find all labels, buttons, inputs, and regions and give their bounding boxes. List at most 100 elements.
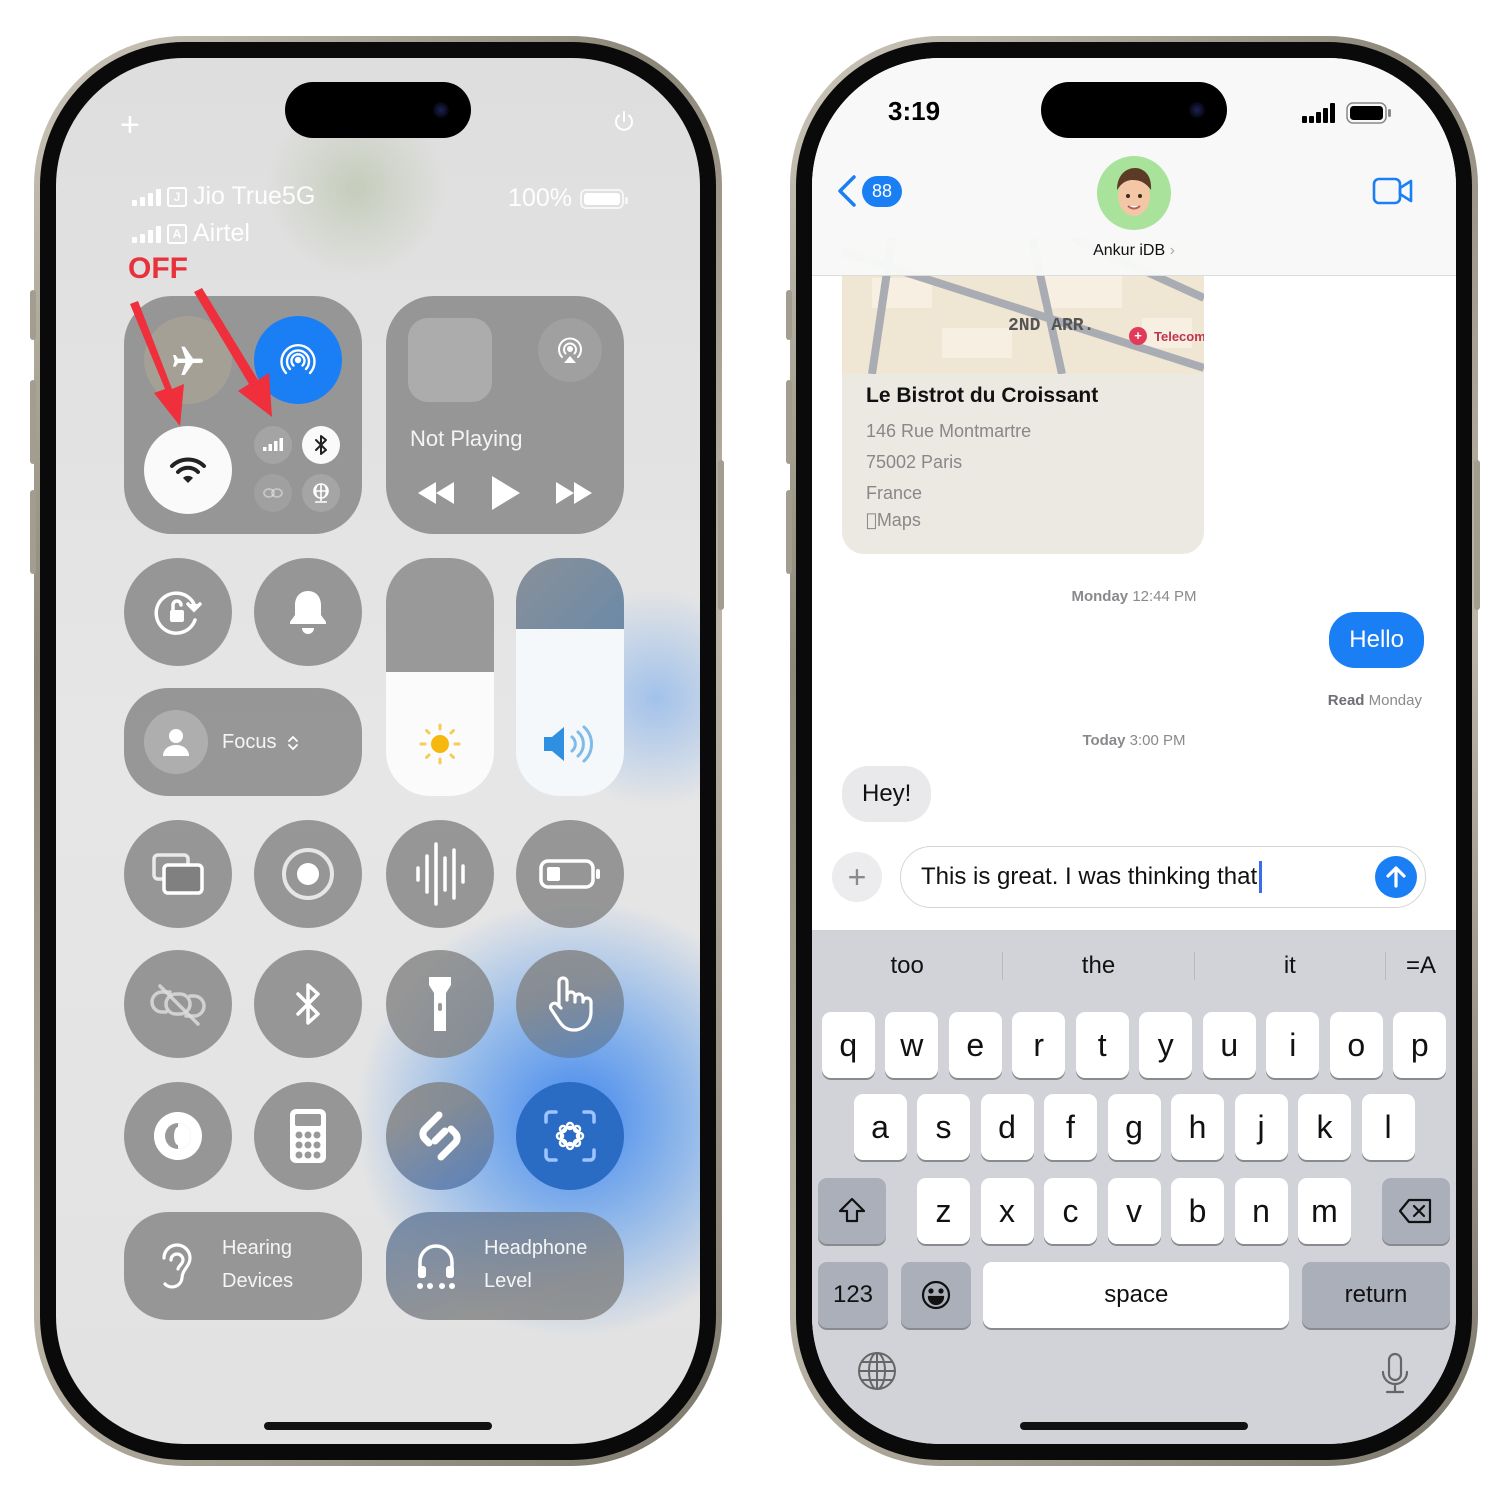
apps-plus-button[interactable]: + bbox=[832, 852, 882, 902]
location-address-2: 75002 Paris bbox=[866, 452, 963, 472]
incoming-message-bubble[interactable]: Hey! bbox=[842, 766, 932, 822]
return-key[interactable]: return bbox=[1301, 1262, 1450, 1328]
airdrop-icon bbox=[280, 344, 316, 375]
space-key[interactable]: space bbox=[983, 1262, 1290, 1328]
hearing-label-line1: Hearing bbox=[222, 1237, 293, 1259]
delete-key[interactable] bbox=[1382, 1178, 1450, 1244]
key-b[interactable]: b bbox=[1171, 1178, 1224, 1244]
location-card[interactable]: 2ND ARR. + Telecom Le Bistrot du Croissa… bbox=[842, 238, 1204, 554]
key-f[interactable]: f bbox=[1044, 1094, 1097, 1160]
bluetooth-toggle[interactable] bbox=[302, 426, 340, 464]
silent-mode-button[interactable] bbox=[254, 558, 362, 666]
predictive-bar: too the it =A bbox=[812, 940, 1456, 992]
airdrop-toggle[interactable] bbox=[254, 316, 342, 404]
key-s[interactable]: s bbox=[917, 1094, 970, 1160]
airplane-mode-toggle[interactable] bbox=[144, 316, 232, 404]
dynamic-island bbox=[1041, 82, 1227, 138]
key-n[interactable]: n bbox=[1234, 1178, 1288, 1244]
key-e[interactable]: e bbox=[948, 1012, 1002, 1078]
numbers-key[interactable]: 123 bbox=[818, 1262, 888, 1328]
brightness-slider[interactable] bbox=[386, 558, 494, 796]
key-a[interactable]: a bbox=[853, 1094, 907, 1160]
shazam-button[interactable] bbox=[386, 1082, 494, 1190]
hotspot-button[interactable] bbox=[124, 950, 232, 1058]
outgoing-message-bubble[interactable]: Hello bbox=[1329, 612, 1424, 668]
rewind-icon[interactable] bbox=[416, 480, 456, 506]
key-p[interactable]: p bbox=[1393, 1012, 1447, 1078]
now-playing-tile[interactable]: Not Playing bbox=[386, 296, 624, 534]
message-input[interactable]: This is great. I was thinking that bbox=[900, 846, 1426, 908]
key-u[interactable]: u bbox=[1202, 1012, 1256, 1078]
key-g[interactable]: g bbox=[1107, 1094, 1161, 1160]
focus-button[interactable]: Focus bbox=[124, 688, 362, 796]
sim-badge: J bbox=[167, 186, 187, 207]
shift-key[interactable] bbox=[818, 1178, 886, 1244]
battery-percent: 100% bbox=[508, 184, 572, 212]
screen-recording-icon bbox=[282, 848, 334, 900]
visual-intelligence-button[interactable] bbox=[516, 1082, 624, 1190]
connectivity-tile[interactable] bbox=[124, 296, 362, 534]
chevron-left-icon bbox=[838, 175, 856, 207]
key-x[interactable]: x bbox=[980, 1178, 1034, 1244]
contact-avatar[interactable] bbox=[1097, 156, 1171, 230]
carrier-row-2: A Airtel bbox=[132, 219, 250, 248]
suggestion-item[interactable]: the bbox=[1003, 952, 1195, 980]
facetime-video-icon[interactable] bbox=[1372, 176, 1414, 206]
low-power-mode-button[interactable] bbox=[516, 820, 624, 928]
volume-up-button bbox=[786, 380, 792, 464]
key-v[interactable]: v bbox=[1107, 1178, 1161, 1244]
key-m[interactable]: m bbox=[1298, 1178, 1351, 1244]
contact-name-button[interactable]: Ankur iDB › bbox=[812, 242, 1456, 260]
assistive-touch-icon bbox=[548, 976, 593, 1032]
cellular-toggle[interactable] bbox=[254, 426, 292, 464]
key-j[interactable]: j bbox=[1234, 1094, 1288, 1160]
power-icon[interactable] bbox=[612, 110, 636, 134]
calculator-button[interactable] bbox=[254, 1082, 362, 1190]
key-q[interactable]: q bbox=[821, 1012, 875, 1078]
headphone-level-button[interactable]: Headphone Level bbox=[386, 1212, 624, 1320]
key-z[interactable]: z bbox=[917, 1178, 970, 1244]
volume-slider[interactable] bbox=[516, 558, 624, 796]
vpn-toggle[interactable] bbox=[302, 474, 340, 512]
plus-icon[interactable]: + bbox=[120, 106, 140, 145]
key-y[interactable]: y bbox=[1139, 1012, 1193, 1078]
dictation-mic-icon[interactable] bbox=[1380, 1352, 1410, 1396]
orientation-lock-button[interactable] bbox=[124, 558, 232, 666]
airplay-audio-button[interactable] bbox=[538, 318, 602, 382]
send-button[interactable] bbox=[1375, 856, 1417, 898]
svg-text:+: + bbox=[1134, 328, 1142, 343]
assistive-touch-button[interactable] bbox=[516, 950, 624, 1058]
key-r[interactable]: r bbox=[1012, 1012, 1066, 1078]
flashlight-button[interactable] bbox=[386, 950, 494, 1058]
phone-bezel: 2ND ARR. + Telecom Le Bistrot du Croissa… bbox=[796, 42, 1472, 1460]
key-d[interactable]: d bbox=[980, 1094, 1034, 1160]
play-icon[interactable] bbox=[488, 474, 522, 512]
album-art-placeholder bbox=[408, 318, 492, 402]
hearing-devices-button[interactable]: Hearing Devices bbox=[124, 1212, 362, 1320]
personal-hotspot-toggle[interactable] bbox=[254, 474, 292, 512]
battery-status: 100% bbox=[508, 184, 628, 213]
voice-memo-button[interactable] bbox=[386, 820, 494, 928]
key-i[interactable]: i bbox=[1266, 1012, 1320, 1078]
bluetooth-button[interactable] bbox=[254, 950, 362, 1058]
key-l[interactable]: l bbox=[1361, 1094, 1415, 1160]
dark-mode-button[interactable] bbox=[124, 1082, 232, 1190]
key-h[interactable]: h bbox=[1171, 1094, 1224, 1160]
key-w[interactable]: w bbox=[885, 1012, 939, 1078]
orientation-lock-icon bbox=[154, 591, 202, 635]
key-t[interactable]: t bbox=[1075, 1012, 1129, 1078]
screen-mirroring-button[interactable] bbox=[124, 820, 232, 928]
key-o[interactable]: o bbox=[1329, 1012, 1383, 1078]
emoji-key[interactable] bbox=[900, 1262, 971, 1328]
suggestion-item[interactable]: it bbox=[1195, 952, 1386, 980]
writing-tools-icon[interactable]: =A bbox=[1386, 952, 1456, 980]
fast-forward-icon[interactable] bbox=[554, 480, 594, 506]
key-c[interactable]: c bbox=[1044, 1178, 1097, 1244]
globe-icon[interactable] bbox=[856, 1350, 898, 1392]
key-k[interactable]: k bbox=[1298, 1094, 1351, 1160]
apple-logo-icon:  bbox=[866, 510, 877, 531]
back-button[interactable]: 88 bbox=[836, 174, 903, 208]
wifi-toggle[interactable] bbox=[144, 426, 232, 514]
suggestion-item[interactable]: too bbox=[812, 952, 1004, 980]
screen-recording-button[interactable] bbox=[254, 820, 362, 928]
